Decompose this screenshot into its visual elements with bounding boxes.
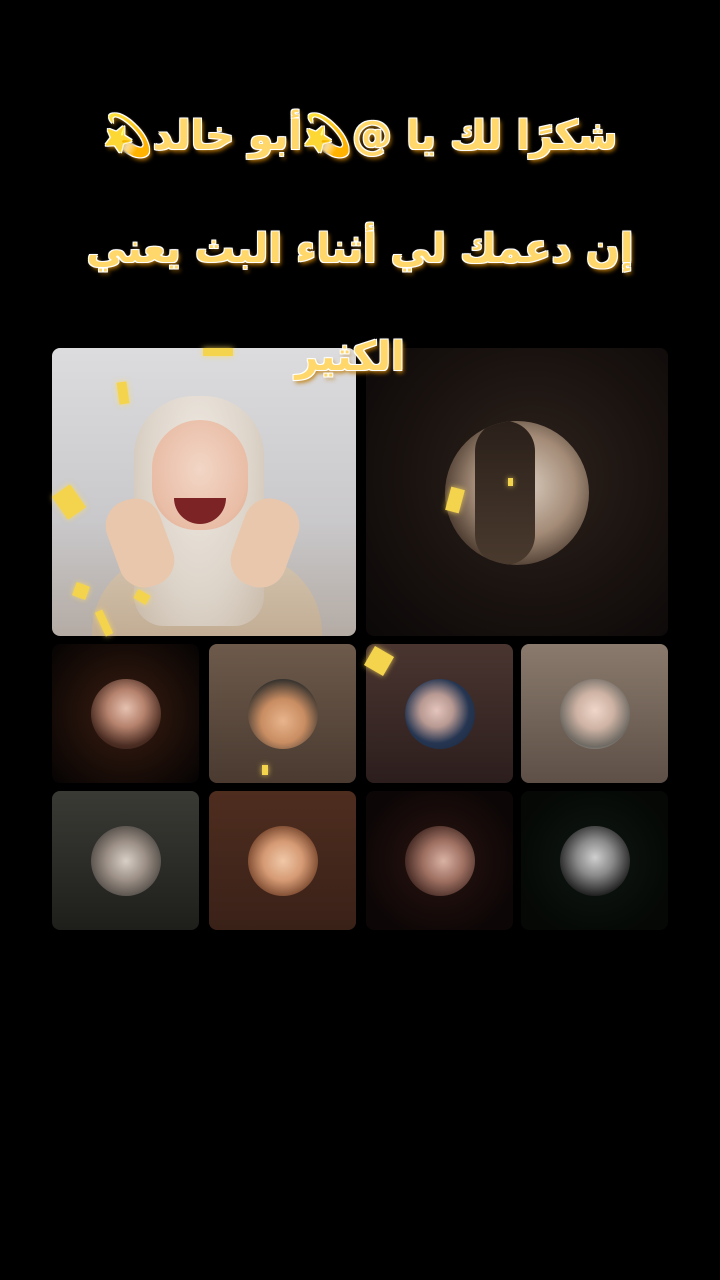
guest-avatar-8 — [559, 825, 630, 896]
guest-avatar-6 — [247, 825, 318, 896]
caption-thanks: شكرًا لك يا @💫أبو خالد💫 — [102, 113, 618, 159]
guest-avatar-5 — [90, 825, 161, 896]
guest-tile-1[interactable] — [52, 644, 199, 783]
guest-avatar-7 — [404, 825, 475, 896]
host-video-tile[interactable] — [52, 348, 356, 636]
guest-tile-2[interactable] — [209, 644, 356, 783]
guest-avatar-1 — [90, 678, 161, 749]
caption-much: الكثير — [295, 334, 405, 380]
co-host-tile[interactable] — [366, 348, 668, 636]
guest-tile-6[interactable] — [209, 791, 356, 930]
guest-tile-8[interactable] — [521, 791, 668, 930]
guest-avatar-3 — [404, 678, 475, 749]
live-stream-screen: شكرًا لك يا @💫أبو خالد💫 إن دعمك لي أثناء… — [0, 0, 720, 1280]
guest-tile-4[interactable] — [521, 644, 668, 783]
co-host-avatar — [445, 421, 589, 565]
co-host-hair — [475, 421, 535, 565]
guest-tile-7[interactable] — [366, 791, 513, 930]
confetti-piece — [508, 478, 513, 486]
guest-tile-5[interactable] — [52, 791, 199, 930]
guest-avatar-2 — [247, 678, 318, 749]
confetti-piece — [262, 765, 268, 775]
caption-support: إن دعمك لي أثناء البث يعني — [86, 226, 634, 272]
guest-avatar-4 — [559, 678, 630, 749]
